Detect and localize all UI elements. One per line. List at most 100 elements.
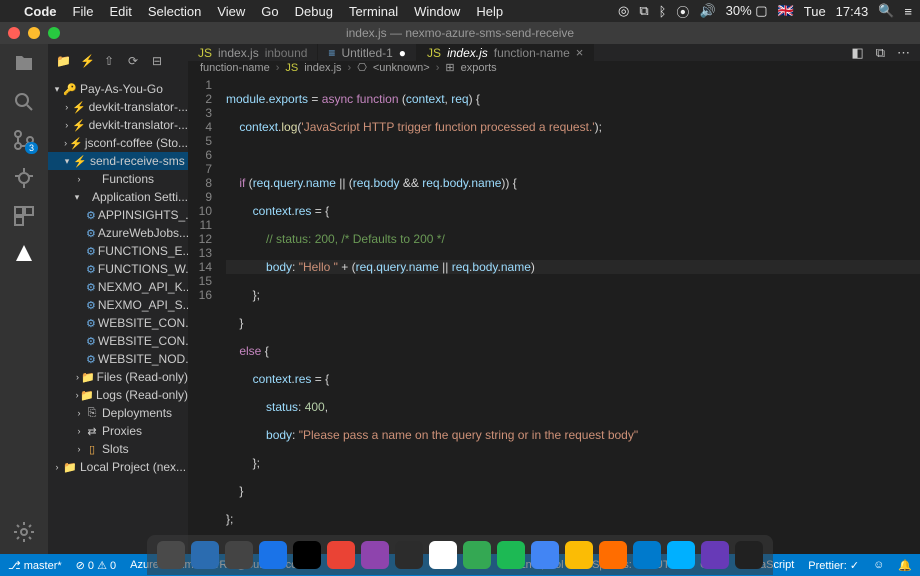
dock-app-icon[interactable] <box>497 541 525 569</box>
dock-app-icon[interactable] <box>327 541 355 569</box>
tree-setting[interactable]: ⚙NEXMO_API_S... <box>48 296 188 314</box>
status-prettier[interactable]: Prettier: ✓ <box>808 559 859 572</box>
azure-icon[interactable] <box>12 242 36 266</box>
code-area[interactable]: 12345678910111213141516 module.exports =… <box>188 74 920 554</box>
dock-app-icon[interactable] <box>735 541 763 569</box>
status-volume-icon[interactable]: 🔊 <box>699 3 715 19</box>
tree-deployments[interactable]: ›⎘Deployments <box>48 404 188 422</box>
settings-gear-icon[interactable] <box>12 520 36 544</box>
tree-setting[interactable]: ⚙WEBSITE_CON... <box>48 332 188 350</box>
status-branch[interactable]: ⎇ master* <box>8 559 62 572</box>
breadcrumb[interactable]: function-name› JSindex.js› ⎔<unknown>› ⊞… <box>188 61 920 74</box>
menu-view[interactable]: View <box>217 4 245 19</box>
line-gutter: 12345678910111213141516 <box>188 74 222 554</box>
new-folder-icon[interactable]: 📁 <box>56 54 70 68</box>
status-feedback-icon[interactable]: ☺ <box>873 559 884 571</box>
menu-go[interactable]: Go <box>261 4 278 19</box>
tab-untitled[interactable]: ≡Untitled-1● <box>318 44 417 61</box>
tree-functions[interactable]: ›Functions <box>48 170 188 188</box>
tree-setting[interactable]: ⚙WEBSITE_CON... <box>48 314 188 332</box>
menu-terminal[interactable]: Terminal <box>349 4 398 19</box>
dock-app-icon[interactable] <box>667 541 695 569</box>
menu-app[interactable]: Code <box>24 4 57 19</box>
collapse-icon[interactable]: ⊟ <box>152 54 166 68</box>
dock-app-icon[interactable] <box>293 541 321 569</box>
tree-azure-item[interactable]: ›⚡jsconf-coffee (Sto... <box>48 134 188 152</box>
extensions-icon[interactable] <box>12 204 36 228</box>
explorer-icon[interactable] <box>12 52 36 76</box>
scm-icon[interactable]: 3 <box>12 128 36 152</box>
zoom-window-button[interactable] <box>48 27 60 39</box>
status-display-icon[interactable]: ⧉ <box>639 3 648 19</box>
dock-app-icon[interactable] <box>259 541 287 569</box>
lightning-icon[interactable]: ⚡ <box>80 54 94 68</box>
status-day: Tue <box>804 4 826 19</box>
tree-setting[interactable]: ⚙NEXMO_API_K... <box>48 278 188 296</box>
tree-setting[interactable]: ⚙AzureWebJobs... <box>48 224 188 242</box>
menu-edit[interactable]: Edit <box>109 4 131 19</box>
dock-app-icon[interactable] <box>429 541 457 569</box>
refresh-icon[interactable]: ⟳ <box>128 54 142 68</box>
window-title: index.js — nexmo-azure-sms-send-receive <box>346 26 574 40</box>
tree-appsettings[interactable]: ▾Application Setti... <box>48 188 188 206</box>
menu-window[interactable]: Window <box>414 4 460 19</box>
menu-selection[interactable]: Selection <box>148 4 201 19</box>
tree-setting[interactable]: ⚙APPINSIGHTS_... <box>48 206 188 224</box>
tree-setting[interactable]: ⚙FUNCTIONS_E... <box>48 242 188 260</box>
close-window-button[interactable] <box>8 27 20 39</box>
menu-help[interactable]: Help <box>476 4 503 19</box>
status-notifications-icon[interactable]: ≡ <box>904 4 912 19</box>
debug-icon[interactable] <box>12 166 36 190</box>
sidebar-header: 📁 ⚡ ⇧ ⟳ ⊟ <box>48 44 188 78</box>
macos-menubar: Code File Edit Selection View Go Debug T… <box>0 0 920 22</box>
tree-funcapp[interactable]: ▾⚡send-receive-sms <box>48 152 188 170</box>
status-wifi-icon[interactable]: ⦿ <box>676 2 689 21</box>
dock-app-icon[interactable] <box>361 541 389 569</box>
code-content[interactable]: module.exports = async function (context… <box>222 74 920 554</box>
search-icon[interactable] <box>12 90 36 114</box>
status-cast-icon[interactable]: ◎ <box>618 3 629 19</box>
more-actions-icon[interactable]: ⋯ <box>897 45 910 61</box>
status-spotlight-icon[interactable]: 🔍 <box>878 3 894 19</box>
tab-close-icon[interactable]: × <box>576 45 584 60</box>
dock-app-icon[interactable] <box>463 541 491 569</box>
macos-dock[interactable] <box>147 535 773 575</box>
menu-file[interactable]: File <box>73 4 94 19</box>
editor: JSindex.jsinbound ≡Untitled-1● JSindex.j… <box>188 44 920 554</box>
dock-app-icon[interactable] <box>395 541 423 569</box>
activity-bar: 3 <box>0 44 48 554</box>
status-bell-icon[interactable]: 🔔 <box>898 559 912 572</box>
dock-app-icon[interactable] <box>565 541 593 569</box>
tree-azure-item[interactable]: ›⚡devkit-translator-... <box>48 116 188 134</box>
split-editor-icon[interactable]: ◧ <box>851 45 863 61</box>
compare-icon[interactable]: ⧉ <box>876 45 885 61</box>
scm-badge: 3 <box>25 142 38 154</box>
status-battery[interactable]: 30% ▢ <box>726 3 768 19</box>
status-problems[interactable]: ⊘ 0 ⚠ 0 <box>76 559 116 572</box>
menu-debug[interactable]: Debug <box>295 4 333 19</box>
tab-index-function[interactable]: JSindex.jsfunction-name× <box>417 44 594 61</box>
minimize-window-button[interactable] <box>28 27 40 39</box>
dock-app-icon[interactable] <box>225 541 253 569</box>
tree-files[interactable]: ›📁Files (Read-only) <box>48 368 188 386</box>
dock-app-icon[interactable] <box>191 541 219 569</box>
upload-icon[interactable]: ⇧ <box>104 54 118 68</box>
status-bt-icon[interactable]: ᛒ <box>659 4 667 19</box>
tree-slots[interactable]: ›▯Slots <box>48 440 188 458</box>
tree-logs[interactable]: ›📁Logs (Read-only) <box>48 386 188 404</box>
dock-app-icon[interactable] <box>633 541 661 569</box>
tab-index-inbound[interactable]: JSindex.jsinbound <box>188 44 318 61</box>
tree-azure-item[interactable]: ›⚡devkit-translator-... <box>48 98 188 116</box>
dock-app-icon[interactable] <box>531 541 559 569</box>
tree-proxies[interactable]: ›⇄Proxies <box>48 422 188 440</box>
dock-app-icon[interactable] <box>599 541 627 569</box>
dock-app-icon[interactable] <box>701 541 729 569</box>
sidebar-tree: ▾🔑Pay-As-You-Go ›⚡devkit-translator-... … <box>48 78 188 478</box>
status-flag-icon[interactable]: 🇬🇧 <box>778 3 794 19</box>
tree-local-project[interactable]: ›📁Local Project (nex... <box>48 458 188 476</box>
tree-setting[interactable]: ⚙FUNCTIONS_W... <box>48 260 188 278</box>
tree-subscription[interactable]: ▾🔑Pay-As-You-Go <box>48 80 188 98</box>
status-time: 17:43 <box>836 4 869 19</box>
tree-setting[interactable]: ⚙WEBSITE_NOD... <box>48 350 188 368</box>
dock-app-icon[interactable] <box>157 541 185 569</box>
